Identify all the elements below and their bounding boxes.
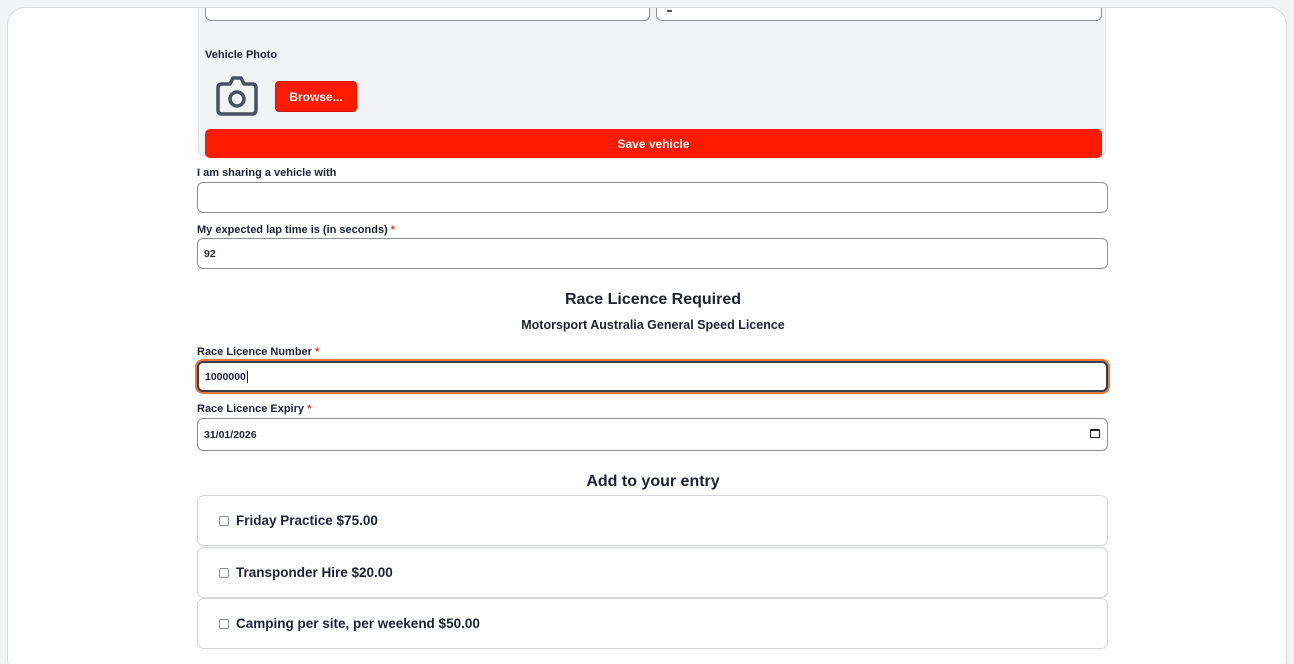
licence-heading: Race Licence Required: [564, 291, 742, 308]
licence-expiry-label: Race Licence Expiry *: [197, 403, 311, 415]
browse-button[interactable]: Browse...: [275, 81, 357, 112]
laptime-input[interactable]: 92: [197, 238, 1108, 269]
addon-transponder-hire[interactable]: Transponder Hire $20.00: [197, 547, 1108, 598]
calendar-icon[interactable]: [1090, 429, 1100, 438]
laptime-label-text: My expected lap time is (in seconds): [197, 224, 388, 236]
required-mark: *: [390, 224, 396, 236]
addon-label: Friday Practice $75.00: [236, 513, 378, 528]
licence-number-label: Race Licence Number *: [197, 346, 319, 358]
licence-number-label-text: Race Licence Number: [197, 346, 312, 358]
addon-camping[interactable]: Camping per site, per weekend $50.00: [197, 598, 1108, 649]
checkbox-icon[interactable]: [219, 618, 229, 629]
sharing-label-text: I am sharing a vehicle with: [197, 167, 337, 179]
text-caret: [246, 370, 248, 383]
sharing-input[interactable]: [197, 182, 1108, 213]
licence-number-value: 1000000: [205, 370, 246, 383]
save-vehicle-button[interactable]: Save vehicle: [205, 129, 1102, 158]
vehicle-panel: Vehicle Photo Browse... Save vehicle: [198, 8, 1106, 158]
checkbox-icon[interactable]: [219, 567, 229, 578]
laptime-label: My expected lap time is (in seconds) *: [197, 224, 395, 236]
addon-label: Transponder Hire $20.00: [236, 565, 393, 580]
licence-expiry-value: 31/01/2026: [204, 428, 257, 441]
vehicle-field-right[interactable]: [656, 8, 1102, 21]
licence-number-input[interactable]: 1000000: [197, 361, 1108, 392]
checkbox-icon[interactable]: [219, 515, 229, 526]
licence-subheading: Motorsport Australia General Speed Licen…: [521, 318, 785, 332]
camera-icon: [216, 76, 258, 116]
vehicle-field-left[interactable]: [205, 8, 650, 21]
licence-expiry-label-text: Race Licence Expiry: [197, 403, 305, 415]
sharing-label: I am sharing a vehicle with: [197, 167, 336, 179]
addon-label: Camping per site, per weekend $50.00: [236, 616, 480, 631]
addon-friday-practice[interactable]: Friday Practice $75.00: [197, 495, 1108, 546]
licence-expiry-input[interactable]: 31/01/2026: [197, 418, 1108, 451]
laptime-input-value: 92: [204, 247, 216, 260]
addons-heading: Add to your entry: [586, 473, 720, 490]
required-mark: *: [315, 346, 320, 358]
page-frame: Vehicle Photo Browse... Save vehicle I a…: [7, 7, 1287, 664]
vehicle-photo-label: Vehicle Photo: [205, 49, 278, 61]
required-mark: *: [307, 403, 312, 415]
